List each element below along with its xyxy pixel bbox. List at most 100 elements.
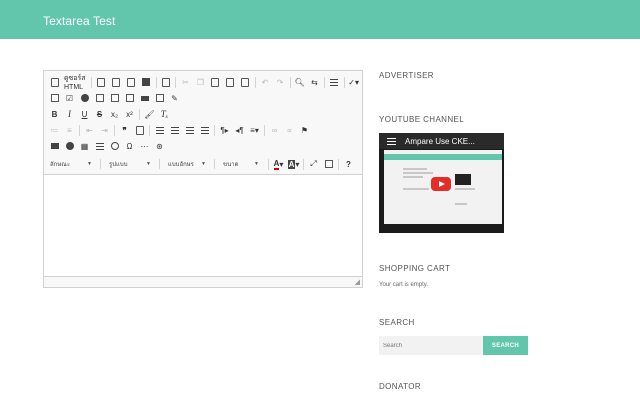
- numbered-list-icon[interactable]: ≔: [48, 123, 61, 137]
- cut-icon[interactable]: ✂: [179, 75, 192, 89]
- help-icon[interactable]: ?: [342, 157, 355, 171]
- site-title[interactable]: Textarea Test: [43, 14, 115, 28]
- maximize-icon[interactable]: ⤢: [307, 157, 320, 171]
- link-icon[interactable]: ∞: [268, 123, 281, 137]
- textfield-icon[interactable]: [93, 91, 106, 105]
- youtube-heading: YOUTUBE CHANNEL: [379, 115, 465, 124]
- style-combo[interactable]: รูปแบบ ▼: [107, 158, 153, 170]
- anchor-icon[interactable]: ⚑: [298, 123, 311, 137]
- font-combo-label: แบบอักษร: [168, 162, 194, 168]
- paste-icon[interactable]: [209, 75, 222, 89]
- new-page-icon[interactable]: [110, 75, 123, 89]
- video-preview-line: [455, 203, 467, 205]
- smiley-icon[interactable]: [108, 139, 121, 153]
- format-combo-label: ลักษณะ: [50, 162, 71, 168]
- format-combo[interactable]: ลักษณะ ▼: [48, 158, 94, 170]
- indent-icon[interactable]: ⇥: [98, 123, 111, 137]
- toolbar-separator: [175, 76, 176, 88]
- search-heading: SEARCH: [379, 318, 415, 327]
- superscript-icon[interactable]: x²: [123, 107, 136, 121]
- replace-icon[interactable]: ⇆: [308, 75, 321, 89]
- ltr-icon[interactable]: ¶▸: [218, 123, 231, 137]
- page-break-icon[interactable]: ⋯: [138, 139, 151, 153]
- select-all-icon[interactable]: [328, 75, 341, 89]
- text-color-icon[interactable]: A ▾: [272, 157, 285, 171]
- language-icon[interactable]: ≡▾: [248, 123, 261, 137]
- button-icon[interactable]: [138, 91, 151, 105]
- redo-icon[interactable]: ↷: [274, 75, 287, 89]
- show-blocks-icon[interactable]: [322, 157, 335, 171]
- search-input[interactable]: [379, 336, 483, 355]
- table-icon[interactable]: ▦: [78, 139, 91, 153]
- source-button-label[interactable]: ดูซอร์ส HTML: [64, 73, 86, 91]
- form-icon[interactable]: [48, 91, 61, 105]
- video-title[interactable]: Ampare Use CKE...: [405, 137, 475, 146]
- image-button-icon[interactable]: [153, 91, 166, 105]
- div-icon[interactable]: [133, 123, 146, 137]
- copy-icon[interactable]: ❐: [194, 75, 207, 89]
- special-char-icon[interactable]: Ω: [123, 139, 136, 153]
- play-icon[interactable]: [431, 177, 451, 191]
- size-combo[interactable]: ขนาด ▼: [221, 158, 261, 170]
- subscript-icon[interactable]: x₂: [108, 107, 121, 121]
- resize-grip-icon[interactable]: ◢: [355, 278, 360, 286]
- print-icon[interactable]: [140, 75, 153, 89]
- strike-icon[interactable]: S: [93, 107, 106, 121]
- image-icon[interactable]: [48, 139, 61, 153]
- templates-icon[interactable]: [159, 75, 172, 89]
- radio-icon[interactable]: [78, 91, 91, 105]
- unlink-icon[interactable]: ∝: [283, 123, 296, 137]
- toolbar-separator: [214, 124, 215, 136]
- underline-icon[interactable]: U: [78, 107, 91, 121]
- align-left-icon[interactable]: [153, 123, 166, 137]
- bulleted-list-icon[interactable]: ≡: [63, 123, 76, 137]
- search-button[interactable]: SEARCH: [483, 336, 528, 355]
- toolbar-row-6: ลักษณะ ▼ รูปแบบ ▼ แบบอักษร ▼ ขนาด ▼ A ▾ A…: [48, 157, 357, 171]
- flash-icon[interactable]: [63, 139, 76, 153]
- advertiser-heading: ADVERTISER: [379, 71, 434, 80]
- toolbar-separator: [79, 124, 80, 136]
- preview-icon[interactable]: [125, 75, 138, 89]
- horizontal-line-icon[interactable]: [93, 139, 106, 153]
- outdent-icon[interactable]: ⇤: [83, 123, 96, 137]
- blockquote-icon[interactable]: ❞: [118, 123, 131, 137]
- source-icon[interactable]: [48, 75, 61, 89]
- align-center-icon[interactable]: [168, 123, 181, 137]
- toolbar-row-4: ≔ ≡ ⇤ ⇥ ❞ ¶▸ ◂¶ ≡▾ ∞ ∝ ⚑: [48, 123, 313, 137]
- save-icon[interactable]: [95, 75, 108, 89]
- video-preview-block: [455, 174, 471, 185]
- editor-content-area[interactable]: [44, 175, 362, 277]
- toolbar-separator: [159, 159, 160, 169]
- undo-icon[interactable]: ↶: [259, 75, 272, 89]
- editor-toolbar: ดูซอร์ส HTML ✂ ❐ ↶ ↷ 🔍︎ ⇆ ✓▾ ☑ ✎ B I U S…: [44, 71, 362, 175]
- youtube-video-thumbnail[interactable]: Ampare Use CKE...: [379, 133, 504, 233]
- toolbar-separator: [343, 76, 345, 88]
- bold-icon[interactable]: B: [48, 107, 61, 121]
- justify-icon[interactable]: [198, 123, 211, 137]
- toolbar-separator: [338, 158, 339, 170]
- toolbar-separator: [139, 108, 140, 120]
- font-combo[interactable]: แบบอักษร ▼: [166, 158, 208, 170]
- select-icon[interactable]: [123, 91, 136, 105]
- toolbar-separator: [324, 76, 325, 88]
- video-preview-line: [403, 172, 433, 174]
- site-header: Textarea Test: [0, 0, 640, 39]
- paste-word-icon[interactable]: [239, 75, 252, 89]
- find-icon[interactable]: 🔍︎: [293, 75, 306, 89]
- paste-text-icon[interactable]: [224, 75, 237, 89]
- rtl-icon[interactable]: ◂¶: [233, 123, 246, 137]
- align-right-icon[interactable]: [183, 123, 196, 137]
- textarea-icon[interactable]: [108, 91, 121, 105]
- hidden-field-icon[interactable]: ✎: [168, 91, 181, 105]
- iframe-icon[interactable]: ⊛: [153, 139, 166, 153]
- spellcheck-icon[interactable]: ✓▾: [347, 75, 360, 89]
- italic-icon[interactable]: I: [63, 107, 76, 121]
- remove-format-icon[interactable]: Tₓ: [158, 107, 171, 121]
- chevron-down-icon: ▼: [254, 161, 259, 167]
- bg-color-icon[interactable]: A ▾: [287, 157, 300, 171]
- cart-heading: SHOPPING CART: [379, 264, 451, 273]
- toolbar-row-3: B I U S x₂ x² 🖌︎ Tₓ: [48, 107, 173, 121]
- copy-format-icon[interactable]: 🖌︎: [143, 107, 156, 121]
- video-preview-line: [403, 168, 427, 170]
- checkbox-icon[interactable]: ☑: [63, 91, 76, 105]
